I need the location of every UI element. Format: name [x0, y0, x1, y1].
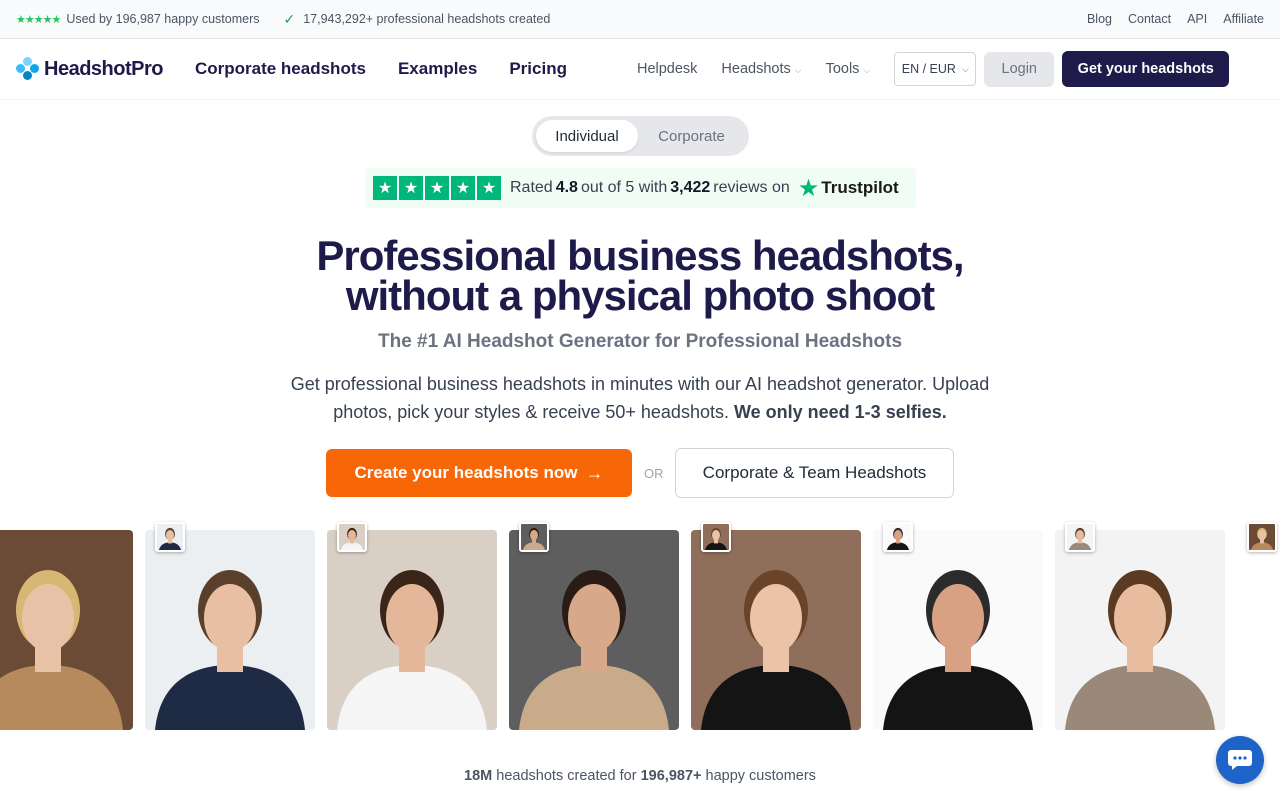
- headshot-photo: [145, 530, 315, 730]
- headshots-created-text: 17,943,292+ professional headshots creat…: [303, 12, 551, 26]
- brand-name: HeadshotPro: [44, 57, 163, 80]
- trustpilot-star-icon: ★: [797, 174, 820, 202]
- headshot-photo: [691, 530, 861, 730]
- blog-link[interactable]: Blog: [1087, 12, 1112, 26]
- nav-corporate-headshots[interactable]: Corporate headshots: [195, 59, 366, 79]
- chevron-down-icon: ⌵: [863, 65, 871, 75]
- locale-label: EN / EUR: [901, 62, 956, 76]
- primary-nav-links: Corporate headshots Examples Pricing: [195, 59, 567, 79]
- hero-title: Professional business headshots, without…: [240, 232, 1040, 319]
- nav-headshots-dropdown[interactable]: Headshots ⌵: [721, 61, 801, 77]
- hero-title-line2: without a physical photo shoot: [345, 272, 935, 319]
- corporate-team-button[interactable]: Corporate & Team Headshots: [675, 448, 954, 498]
- stats-count: 18M: [464, 768, 493, 784]
- affiliate-link[interactable]: Affiliate: [1223, 12, 1264, 26]
- toggle-corporate[interactable]: Corporate: [638, 120, 745, 152]
- rating-value: 4.8: [555, 179, 578, 196]
- selfie-thumbnail: [883, 522, 913, 552]
- headshot-photo: [873, 530, 1043, 730]
- or-divider: OR: [644, 466, 664, 481]
- trustpilot-stars-icon: ★ ★ ★ ★ ★: [373, 176, 501, 200]
- rating-mid: out of 5 with: [580, 179, 668, 196]
- customers-text: Used by 196,987 happy customers: [66, 12, 260, 26]
- logo-icon: [16, 57, 40, 81]
- rating-stars-icon: ★★★★★: [16, 13, 61, 26]
- hero-description: Get professional business headshots in m…: [260, 370, 1020, 426]
- get-headshots-button[interactable]: Get your headshots: [1062, 51, 1230, 87]
- chevron-down-icon: ⌵: [794, 65, 802, 75]
- nav-tools-label: Tools: [825, 61, 860, 77]
- nav-tools-dropdown[interactable]: Tools ⌵: [826, 61, 871, 77]
- review-count: 3,422: [670, 179, 711, 196]
- trustpilot-logo: ★ Trustpilot: [798, 174, 899, 203]
- create-headshots-label: Create your headshots now: [354, 463, 578, 482]
- toggle-individual[interactable]: Individual: [536, 120, 638, 152]
- stats-customers: 196,987+: [640, 768, 702, 784]
- rating-prefix: Rated: [510, 179, 553, 196]
- customers-badge: ★★★★★ Used by 196,987 happy customers: [16, 12, 259, 26]
- nav-pricing[interactable]: Pricing: [509, 59, 567, 79]
- trustpilot-rating[interactable]: ★ ★ ★ ★ ★ Rated 4.8 out of 5 with 3,422 revi…: [365, 168, 916, 208]
- main-navigation: HeadshotPro Corporate headshots Examples…: [0, 39, 1280, 100]
- headshot-photo: [0, 530, 133, 730]
- selfie-thumbnail: [519, 522, 549, 552]
- headshot-photo: [327, 530, 497, 730]
- hero-description-bold: We only need 1-3 selfies.: [733, 402, 947, 422]
- top-announcement-bar: ★★★★★ Used by 196,987 happy customers ✓ …: [0, 0, 1280, 39]
- chat-button[interactable]: [1216, 736, 1264, 784]
- nav-headshots-label: Headshots: [721, 61, 791, 77]
- headshot-photo: [509, 530, 679, 730]
- headshot-photo: [1055, 530, 1225, 730]
- brand-logo[interactable]: HeadshotPro: [16, 57, 163, 81]
- stats-mid: headshots created for: [496, 768, 637, 784]
- chevron-down-icon: ⌵: [961, 63, 969, 74]
- headshots-created-badge: ✓ 17,943,292+ professional headshots cre…: [283, 11, 550, 28]
- contact-link[interactable]: Contact: [1128, 12, 1171, 26]
- audience-toggle: Individual Corporate: [532, 116, 749, 156]
- stats-suffix: happy customers: [705, 768, 816, 784]
- secondary-nav-links: Helpdesk Headshots ⌵ Tools ⌵: [637, 61, 870, 77]
- arrow-right-icon: →: [585, 462, 604, 483]
- headshot-stats: 18M headshots created for 196,987+ happy…: [240, 768, 1040, 784]
- chat-bubble-icon: [1228, 750, 1252, 770]
- api-link[interactable]: API: [1187, 12, 1207, 26]
- login-button[interactable]: Login: [984, 51, 1055, 87]
- nav-examples[interactable]: Examples: [398, 59, 477, 79]
- rating-suffix: reviews on: [713, 179, 790, 196]
- selfie-thumbnail: [155, 522, 185, 552]
- nav-helpdesk[interactable]: Helpdesk: [637, 61, 697, 77]
- top-links: Blog Contact API Affiliate: [1087, 12, 1264, 26]
- hero-subtitle: The #1 AI Headshot Generator for Profess…: [377, 331, 903, 352]
- create-headshots-button[interactable]: Create your headshots now →: [326, 449, 632, 497]
- check-icon: ✓: [283, 10, 296, 27]
- selfie-thumbnail: [701, 522, 731, 552]
- selfie-thumbnail: [337, 522, 367, 552]
- hero-title-line1: Professional business headshots,: [316, 232, 964, 279]
- trustpilot-brand: Trustpilot: [821, 178, 899, 197]
- selfie-thumbnail: [1247, 522, 1277, 552]
- selfie-thumbnail: [1065, 522, 1095, 552]
- locale-selector[interactable]: EN / EUR ⌵: [894, 52, 977, 86]
